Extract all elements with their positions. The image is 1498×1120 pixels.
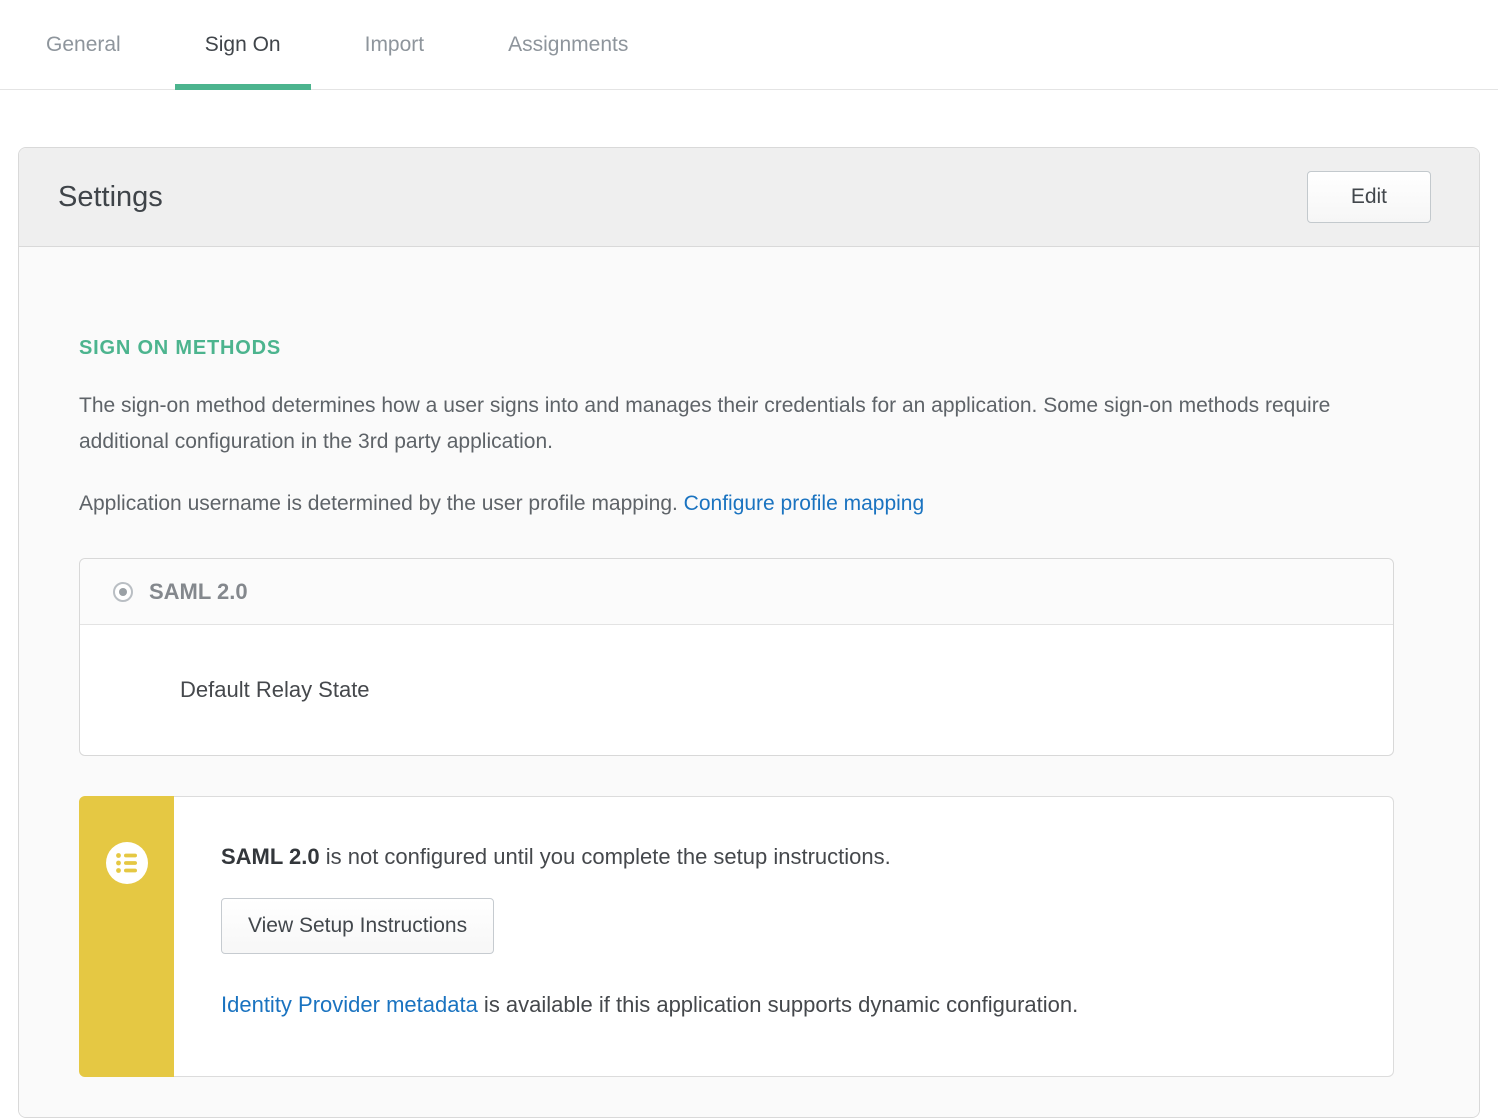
list-icon xyxy=(105,841,149,890)
saml-setup-callout: SAML 2.0 is not configured until you com… xyxy=(79,796,1394,1077)
not-configured-message-bold: SAML 2.0 xyxy=(221,844,320,869)
not-configured-message-rest: is not configured until you complete the… xyxy=(320,844,891,869)
sign-on-methods-description: The sign-on method determines how a user… xyxy=(79,388,1393,460)
saml-radio-button[interactable] xyxy=(113,582,133,602)
tab-assignments-label: Assignments xyxy=(508,33,628,56)
tab-assignments[interactable]: Assignments xyxy=(478,0,658,89)
callout-accent-strip xyxy=(79,796,174,1077)
view-setup-instructions-button[interactable]: View Setup Instructions xyxy=(221,898,494,954)
saml-method-header[interactable]: SAML 2.0 xyxy=(80,559,1393,625)
default-relay-state-label: Default Relay State xyxy=(180,677,370,703)
metadata-availability-line: Identity Provider metadata is available … xyxy=(221,992,1353,1018)
edit-button[interactable]: Edit xyxy=(1307,171,1431,223)
sign-on-methods-heading: SIGN ON METHODS xyxy=(79,337,1393,360)
settings-panel: Settings Edit SIGN ON METHODS The sign-o… xyxy=(18,147,1480,1118)
callout-content: SAML 2.0 is not configured until you com… xyxy=(174,796,1394,1077)
saml-method-card: SAML 2.0 Default Relay State xyxy=(79,558,1394,756)
tab-sign-on[interactable]: Sign On xyxy=(175,0,311,89)
settings-panel-body: SIGN ON METHODS The sign-on method deter… xyxy=(19,247,1479,1117)
identity-provider-metadata-link[interactable]: Identity Provider metadata xyxy=(221,992,478,1017)
tab-sign-on-label: Sign On xyxy=(205,33,281,56)
page-title: Settings xyxy=(58,181,163,214)
settings-panel-header: Settings Edit xyxy=(19,148,1479,247)
tab-import-label: Import xyxy=(365,33,425,56)
metadata-availability-rest: is available if this application support… xyxy=(478,992,1078,1017)
configure-profile-mapping-link[interactable]: Configure profile mapping xyxy=(684,492,924,515)
tab-import[interactable]: Import xyxy=(335,0,455,89)
saml-method-label: SAML 2.0 xyxy=(149,579,248,605)
username-mapping-text: Application username is determined by th… xyxy=(79,492,684,515)
not-configured-message: SAML 2.0 is not configured until you com… xyxy=(221,844,1353,870)
username-mapping-line: Application username is determined by th… xyxy=(79,486,1393,522)
app-tab-bar: General Sign On Import Assignments xyxy=(0,0,1498,90)
saml-method-details: Default Relay State xyxy=(80,625,1393,755)
tab-general[interactable]: General xyxy=(16,0,151,89)
tab-general-label: General xyxy=(46,33,121,56)
